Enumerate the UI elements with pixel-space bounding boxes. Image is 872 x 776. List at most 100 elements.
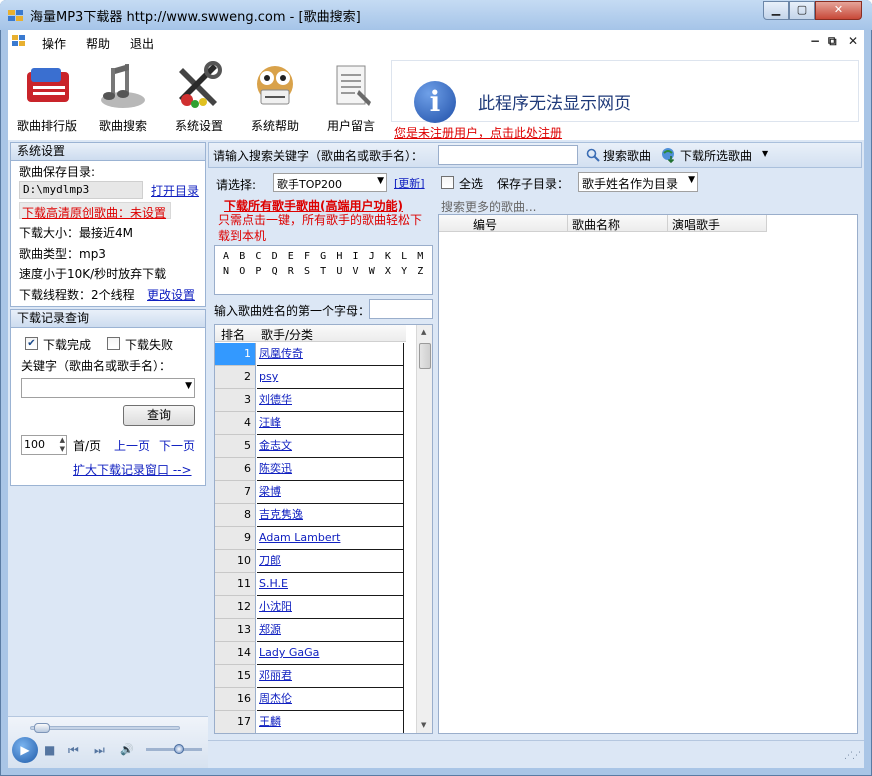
artist-link[interactable]: 周杰伦 (257, 688, 404, 711)
artist-link[interactable]: psy (257, 366, 404, 389)
rank-row[interactable]: 9 Adam Lambert (215, 527, 406, 550)
title-bar[interactable]: 海量MP3下载器 http://www.swweng.com - [歌曲搜索] … (0, 0, 872, 30)
mdi-close-button[interactable]: ✕ (848, 34, 858, 48)
rank-row[interactable]: 16 周杰伦 (215, 688, 406, 711)
letter-h[interactable]: H (336, 251, 352, 262)
first-page-link[interactable]: 首/页 (73, 437, 101, 454)
letter-a[interactable]: A (223, 251, 239, 262)
artist-link[interactable]: 梁博 (257, 481, 404, 504)
scroll-thumb[interactable] (419, 343, 431, 369)
rank-row[interactable]: 14 Lady GaGa (215, 642, 406, 665)
rank-row[interactable]: 8 吉克隽逸 (215, 504, 406, 527)
next-page-link[interactable]: 下一页 (159, 437, 195, 454)
artist-link[interactable]: 凤凰传奇 (257, 343, 404, 366)
keyword-combo[interactable]: ▼ (21, 378, 195, 398)
letter-q[interactable]: Q (272, 266, 288, 277)
letter-g[interactable]: G (320, 251, 336, 262)
change-settings-link[interactable]: 更改设置 (147, 286, 195, 303)
toolbar-help-button[interactable]: 系统帮助 (238, 58, 312, 138)
rank-row[interactable]: 6 陈奕迅 (215, 458, 406, 481)
col-artist-header[interactable]: 歌手/分类 (261, 326, 313, 343)
menu-help[interactable]: 帮助 (86, 35, 110, 52)
ad-banner[interactable]: i 此程序无法显示网页 (391, 60, 859, 123)
subdir-select[interactable]: 歌手姓名作为目录 ▼ (578, 172, 698, 192)
close-button[interactable]: ✕ (815, 1, 862, 20)
col-rank-header[interactable]: 排名 (221, 326, 245, 343)
toolbar-ranking-button[interactable]: 歌曲排行版 (10, 58, 84, 138)
search-button[interactable]: 搜索歌曲 (603, 147, 651, 164)
rank-row[interactable]: 2 psy (215, 366, 406, 389)
rank-row[interactable]: 13 郑源 (215, 619, 406, 642)
expand-history-link[interactable]: 扩大下载记录窗口 --> (73, 461, 192, 478)
letter-t[interactable]: T (320, 266, 336, 277)
letter-e[interactable]: E (288, 251, 304, 262)
select-all-checkbox[interactable] (441, 176, 454, 189)
rank-row[interactable]: 5 金志文 (215, 435, 406, 458)
letter-b[interactable]: B (239, 251, 255, 262)
letter-v[interactable]: V (353, 266, 369, 277)
previous-button[interactable]: ⏮ (68, 743, 79, 758)
resize-grip-icon[interactable]: ⋰⋰ (844, 751, 861, 761)
menu-exit[interactable]: 退出 (130, 35, 154, 52)
spin-up-icon[interactable]: ▲ (60, 436, 65, 445)
search-input[interactable] (438, 145, 578, 165)
col-title-header[interactable]: 歌曲名称 (572, 216, 620, 233)
artist-link[interactable]: 小沈阳 (257, 596, 404, 619)
letter-m[interactable]: M (417, 251, 433, 262)
download-selected-button[interactable]: 下载所选歌曲 (680, 147, 752, 164)
songs-table[interactable]: 编号 歌曲名称 演唱歌手 (438, 214, 858, 734)
done-checkbox[interactable]: ✔ (25, 337, 38, 350)
rank-row[interactable]: 3 刘德华 (215, 389, 406, 412)
artist-link[interactable]: 王麟 (257, 711, 404, 733)
scroll-up-icon[interactable]: ▲ (421, 328, 426, 336)
volume-thumb[interactable] (174, 744, 184, 754)
letter-o[interactable]: O (239, 266, 255, 277)
toolbar-message-button[interactable]: 用户留言 (314, 58, 388, 138)
letter-z[interactable]: Z (417, 266, 433, 277)
letter-l[interactable]: L (401, 251, 417, 262)
artist-link[interactable]: Adam Lambert (257, 527, 404, 550)
category-select[interactable]: 歌手TOP200 ▼ (273, 173, 387, 192)
letter-d[interactable]: D (272, 251, 288, 262)
chevron-down-icon[interactable]: ▼ (762, 149, 768, 158)
artist-link[interactable]: 汪峰 (257, 412, 404, 435)
artist-link[interactable]: 吉克隽逸 (257, 504, 404, 527)
letter-u[interactable]: U (336, 266, 352, 277)
seek-thumb[interactable] (34, 723, 50, 733)
register-link[interactable]: 您是未注册用户，点击此处注册 (394, 124, 562, 141)
rank-list[interactable]: 排名 歌手/分类 1 凤凰传奇 2 psy 3 刘德华 4 汪峰 5 金志文 6 陈奕迅 7 梁博 8 吉克隽… (214, 324, 433, 734)
seek-bar[interactable] (30, 726, 180, 730)
open-dir-link[interactable]: 打开目录 (151, 182, 199, 199)
artist-link[interactable]: 刀郎 (257, 550, 404, 573)
minimize-button[interactable]: ▁ (763, 1, 789, 20)
maximize-button[interactable]: ▢ (789, 1, 815, 20)
artist-link[interactable]: 郑源 (257, 619, 404, 642)
artist-link[interactable]: 邓丽君 (257, 665, 404, 688)
col-artist-header[interactable]: 演唱歌手 (672, 216, 720, 233)
letter-s[interactable]: S (304, 266, 320, 277)
stop-button[interactable]: ■ (44, 743, 55, 757)
letter-j[interactable]: J (369, 251, 385, 262)
volume-icon[interactable]: 🔊 (120, 743, 134, 756)
play-button[interactable]: ▶ (12, 737, 38, 763)
fail-checkbox[interactable] (107, 337, 120, 350)
toolbar-settings-button[interactable]: 系统设置 (162, 58, 236, 138)
page-size-stepper[interactable]: 100 ▲ ▼ (21, 435, 67, 455)
artist-link[interactable]: Lady GaGa (257, 642, 404, 665)
letter-f[interactable]: F (304, 251, 320, 262)
letter-k[interactable]: K (385, 251, 401, 262)
rank-row[interactable]: 12 小沈阳 (215, 596, 406, 619)
letter-p[interactable]: P (255, 266, 271, 277)
col-no-header[interactable]: 编号 (473, 216, 497, 233)
letter-x[interactable]: X (385, 266, 401, 277)
rank-row[interactable]: 10 刀郎 (215, 550, 406, 573)
letter-n[interactable]: N (223, 266, 239, 277)
next-button[interactable]: ⏭ (94, 743, 105, 758)
rank-row[interactable]: 4 汪峰 (215, 412, 406, 435)
rank-list-scrollbar[interactable]: ▲ ▼ (416, 325, 432, 733)
letter-c[interactable]: C (255, 251, 271, 262)
rank-row[interactable]: 15 邓丽君 (215, 665, 406, 688)
artist-link[interactable]: S.H.E (257, 573, 404, 596)
scroll-down-icon[interactable]: ▼ (421, 721, 426, 729)
letter-w[interactable]: W (369, 266, 385, 277)
